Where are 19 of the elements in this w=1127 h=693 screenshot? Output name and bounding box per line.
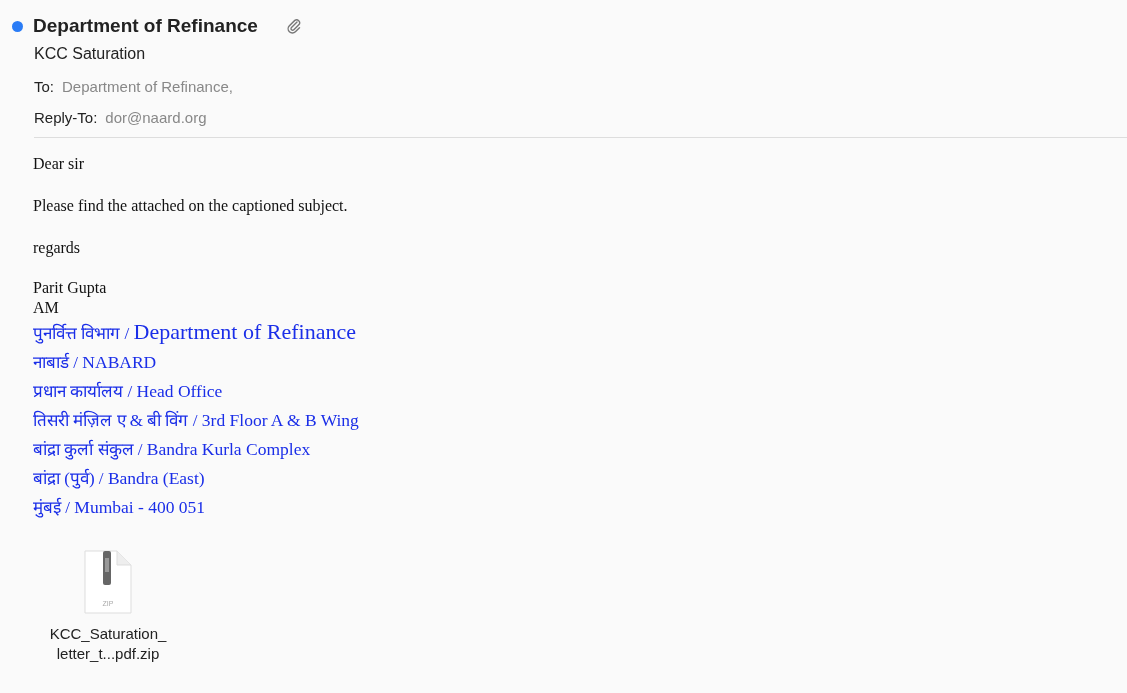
signature-line: बांद्रा (पुर्व) / Bandra (East) — [33, 467, 206, 491]
body-paragraph: Please find the attached on the captioned subject. — [33, 196, 349, 215]
recipient: Department of Refinance, — [62, 78, 233, 95]
reply-to-label: Reply-To: — [34, 109, 98, 126]
body-paragraph: regards — [33, 238, 82, 257]
signature-line: प्रधान कार्यालय / Head Office — [33, 380, 224, 403]
signature-line: Parit Gupta — [33, 278, 108, 298]
signature-line: तिसरी मंज़िल ए & बी विंग / 3rd Floor A & B Wing — [33, 409, 360, 432]
sender-name: Department of Refinance — [33, 15, 258, 37]
signature-line: बांद्रा कुर्ला संकुल / Bandra Kurla Complex — [33, 438, 312, 462]
attachment-name[interactable]: KCC_Saturation_ letter_t...pdf.zip — [49, 624, 167, 664]
reply-to-address: dor@naard.org — [105, 109, 207, 126]
signature-line: पुनर्वित्त विभाग / Department of Refinance — [33, 318, 357, 346]
signature-line: AM — [33, 298, 60, 318]
signature-line: नाबार्ड / NABARD — [33, 351, 158, 374]
subject: KCC Saturation — [34, 45, 147, 64]
to-label: To: — [34, 78, 54, 95]
body-paragraph: Dear sir — [33, 154, 86, 173]
signature-line: मुंबई / Mumbai - 400 051 — [33, 496, 207, 520]
